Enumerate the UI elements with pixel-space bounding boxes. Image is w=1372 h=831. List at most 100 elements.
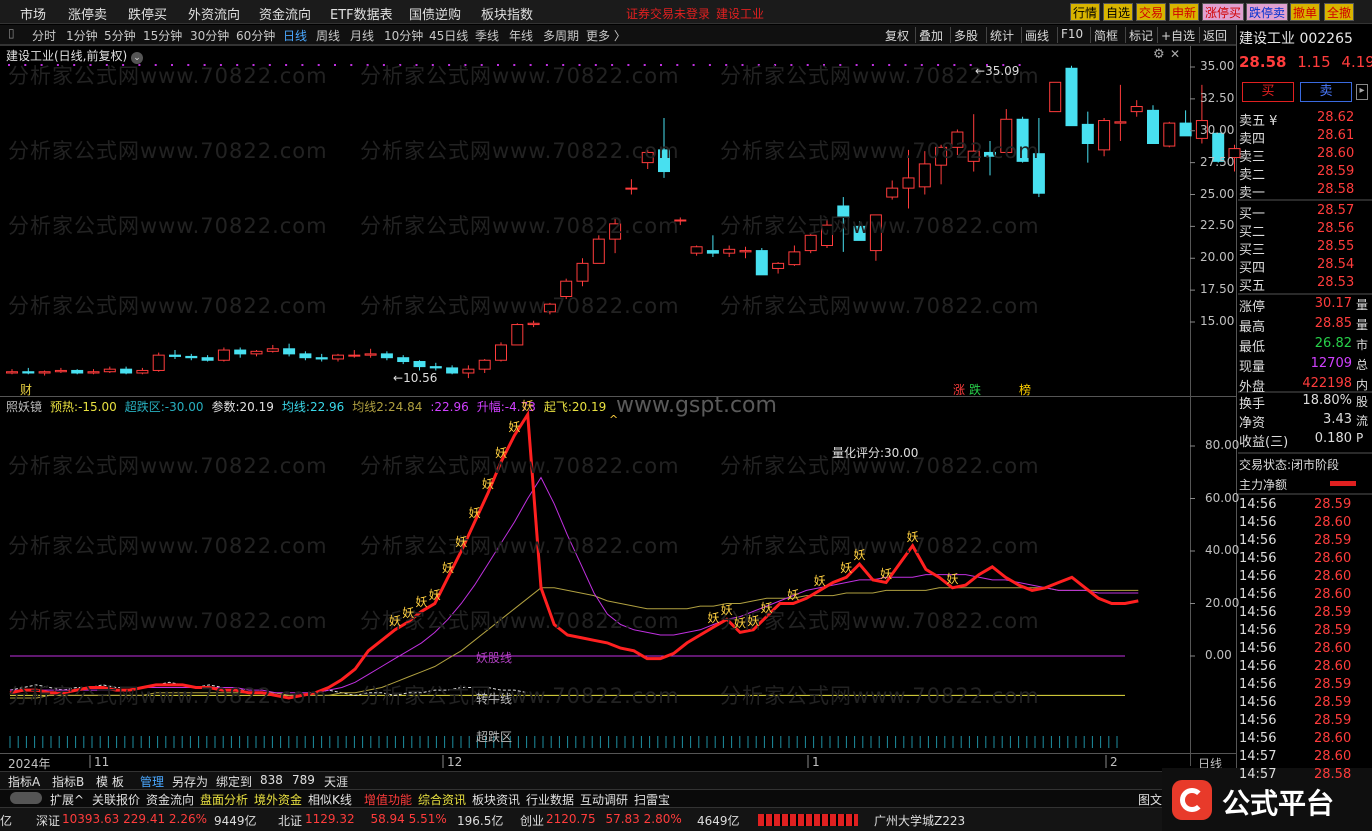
stat-suffix: 总 [1356, 358, 1369, 372]
candle-body [723, 248, 736, 254]
sell-button[interactable]: 卖 [1300, 82, 1352, 102]
beijing-label[interactable]: 北证 [278, 812, 302, 829]
candle-body [250, 350, 263, 355]
market-bars [758, 814, 858, 826]
tick-time: 14:57 [1239, 767, 1277, 782]
extension-tab[interactable]: 盘面分析 [200, 791, 248, 808]
watermark-text: 分析家公式网www.70822.com [8, 534, 328, 558]
ask-price[interactable]: 28.60 [1317, 146, 1354, 161]
stat-label: 净资 [1239, 416, 1266, 431]
legend-item: 预热:-15.00 [50, 400, 117, 414]
yao-marker: 妖 [495, 445, 508, 460]
tick-time: 14:56 [1239, 533, 1277, 548]
legend-item: 照妖镜 [6, 400, 43, 414]
bid-label: 买四 [1239, 261, 1266, 276]
stat-label: 收益(三) [1239, 435, 1289, 450]
indicator-tab[interactable]: 指标B [52, 773, 84, 790]
candle-body [136, 369, 149, 374]
legend-item: 超跌区:-30.00 [124, 400, 204, 414]
bid-price[interactable]: 28.55 [1317, 239, 1354, 254]
yao-marker: 妖 [946, 571, 959, 586]
news-ticker[interactable]: 广州大学城Z223 [874, 812, 965, 829]
candle-body [332, 354, 344, 360]
price-tick-label: 22.50 [1200, 218, 1235, 233]
candle-body [1147, 109, 1159, 144]
indicator-tab[interactable]: 838 [260, 773, 283, 787]
extension-tab[interactable]: 扩展^ [50, 791, 84, 808]
candle-body [54, 369, 67, 373]
shenzhen-label[interactable]: 深证 [36, 812, 60, 829]
ask-price[interactable]: 28.59 [1317, 164, 1354, 179]
candle-body [446, 367, 459, 374]
extension-tab[interactable]: 行业数据 [526, 791, 574, 808]
extension-tab[interactable]: 关联报价 [92, 791, 140, 808]
extension-tab[interactable]: 境外资金 [254, 791, 302, 808]
yao-marker: 妖 [455, 535, 468, 549]
x-axis-label: 2 [1110, 755, 1118, 769]
indicator-tab[interactable]: 789 [292, 773, 315, 787]
extension-tab[interactable]: 增值功能 [364, 791, 412, 808]
yaogu-line-label: 妖股线 [476, 651, 513, 665]
indicator-tab[interactable]: 模 板 [96, 773, 124, 790]
yao-marker: 妖 [521, 398, 534, 413]
tick-time: 14:57 [1239, 749, 1277, 764]
yao-marker: 妖 [415, 595, 428, 610]
candle-body [315, 357, 328, 360]
candle-body [1163, 122, 1176, 147]
arrow-left-icon: ← [975, 64, 986, 78]
extension-tab[interactable]: 扫雷宝 [634, 791, 670, 808]
tick-time: 14:56 [1239, 695, 1277, 710]
candle-body [152, 354, 165, 371]
yao-marker: 妖 [813, 574, 826, 589]
trade-state: 交易状态:闭市阶段 [1239, 458, 1340, 472]
stat-suffix: 股 [1356, 395, 1369, 409]
tick-price: 28.60 [1314, 551, 1352, 566]
extension-tab[interactable]: 互动调研 [580, 791, 628, 808]
ask-price[interactable]: 28.58 [1317, 182, 1354, 197]
top-dot [708, 64, 711, 66]
bid-price[interactable]: 28.56 [1317, 221, 1354, 236]
x-axis-label: 11 [94, 755, 110, 769]
shenzhen-amount: 9449亿 [214, 814, 257, 828]
extension-tab[interactable]: 板块资讯 [472, 791, 520, 808]
more-icon[interactable]: ▸ [1356, 84, 1368, 100]
watermark-text: 分析家公式网www.70822.com [360, 534, 680, 558]
x-axis-label: 12 [447, 755, 463, 769]
buy-button[interactable]: 买 [1242, 82, 1294, 102]
tick-time: 14:56 [1239, 713, 1277, 728]
indicator-tab[interactable]: 另存为 [172, 773, 208, 790]
ask-label: 卖三 [1239, 150, 1266, 165]
stat-value: 0.180 [1314, 431, 1352, 446]
candle-body [1098, 120, 1111, 151]
candle-body [380, 353, 393, 359]
ask-price[interactable]: 28.62 [1317, 110, 1354, 125]
extension-toggle-icon[interactable] [10, 792, 42, 804]
ask-price[interactable]: 28.61 [1317, 128, 1354, 143]
indicator-tab[interactable]: 指标A [8, 773, 40, 790]
bid-price[interactable]: 28.57 [1317, 203, 1354, 218]
arrow-left-icon: ← [393, 371, 404, 385]
candle-body [527, 322, 540, 326]
yao-marker: 妖 [442, 561, 455, 576]
tick-time: 14:56 [1239, 677, 1277, 692]
price-tick-label: 27.50 [1200, 154, 1235, 169]
indicator-tab[interactable]: 绑定到 [216, 773, 252, 790]
extension-tab[interactable]: 相似K线 [308, 791, 352, 808]
watermark-text: 分析家公式网www.70822.com [8, 609, 328, 633]
yao-marker: 妖 [734, 616, 747, 631]
candle-body [1065, 67, 1078, 127]
candle-body [886, 187, 899, 198]
yao-marker: 妖 [402, 605, 415, 620]
top-dot [692, 64, 695, 66]
indicator-tab[interactable]: 管理 [140, 773, 164, 790]
candle-body [6, 371, 18, 374]
bid-price[interactable]: 28.54 [1317, 257, 1354, 272]
indicator-tab[interactable]: 天涯 [324, 773, 348, 790]
tick-time: 14:56 [1239, 551, 1277, 566]
extension-tab[interactable]: 资金流向 [146, 791, 194, 808]
stat-suffix: 流 [1356, 414, 1369, 428]
chinext-label[interactable]: 创业 [520, 812, 544, 829]
bid-price[interactable]: 28.53 [1317, 275, 1354, 290]
extension-tab[interactable]: 综合资讯 [418, 791, 466, 808]
tab-tuwen[interactable]: 图文 [1138, 791, 1162, 808]
